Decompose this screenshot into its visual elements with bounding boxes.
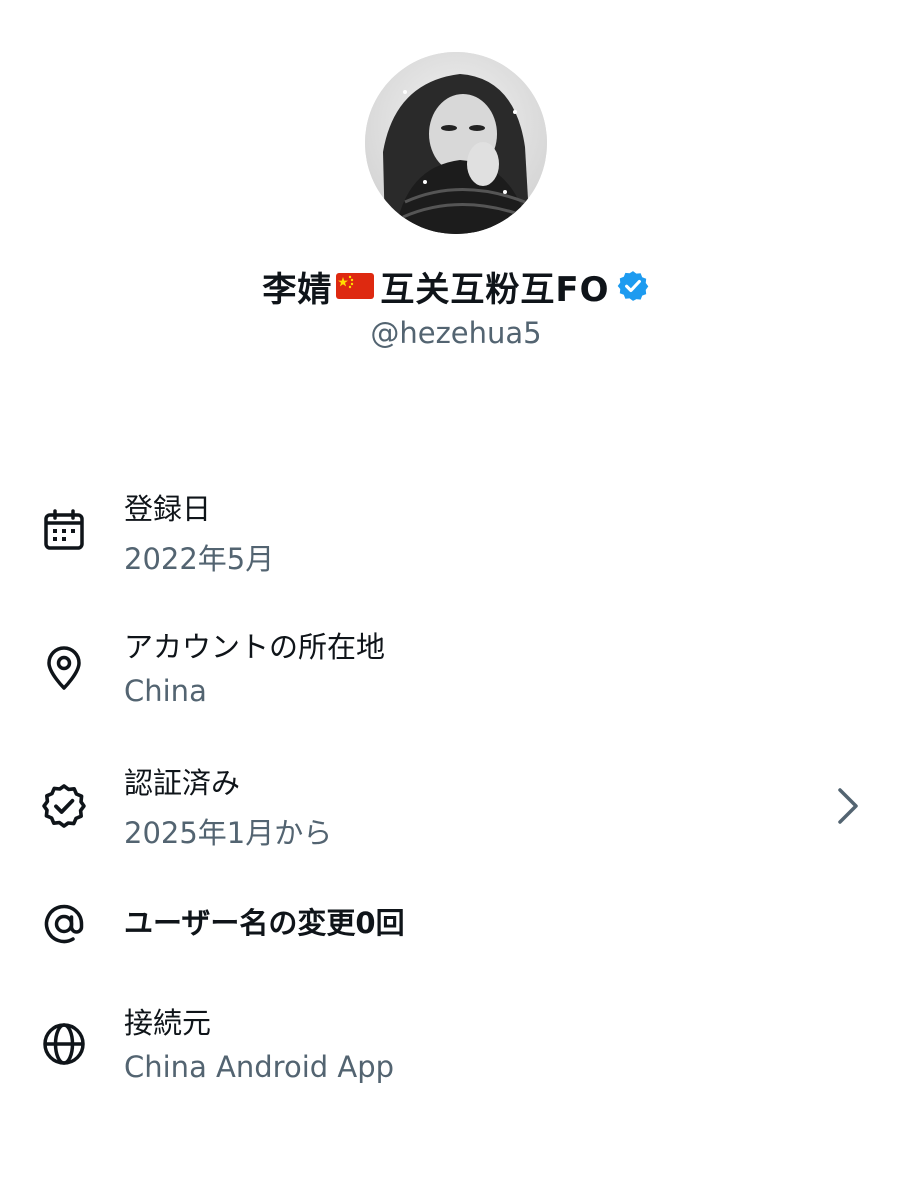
chevron-right-icon[interactable] xyxy=(832,784,864,828)
globe-icon xyxy=(40,1020,88,1068)
avatar-image xyxy=(365,52,547,234)
calendar-icon xyxy=(40,506,88,554)
display-name-part2: 互关互粉互FO xyxy=(380,269,610,310)
connected-via-value: China Android App xyxy=(124,1050,395,1084)
display-name: 李婧 互关互粉互FO xyxy=(0,262,912,310)
info-row-connected-via: 接続元 China Android App xyxy=(0,1000,912,1100)
verified-value: 2025年1月から xyxy=(124,816,333,850)
location-pin-icon xyxy=(40,644,88,692)
info-row-verified[interactable]: 認証済み 2025年1月から xyxy=(0,760,912,860)
profile-handle: @hezehua5 xyxy=(370,316,542,350)
china-flag-icon xyxy=(336,273,375,299)
info-row-joined: 登録日 2022年5月 xyxy=(0,486,912,586)
joined-value: 2022年5月 xyxy=(124,542,275,576)
joined-title: 登録日 xyxy=(124,492,212,526)
info-row-username-changes: ユーザー名の変更0回 xyxy=(0,896,912,956)
location-value: China xyxy=(124,674,207,708)
verified-outline-icon xyxy=(40,782,88,830)
connected-via-title: 接続元 xyxy=(124,1006,212,1040)
display-name-part1: 李婧 xyxy=(262,269,333,310)
verified-badge-icon[interactable] xyxy=(616,269,650,303)
avatar[interactable] xyxy=(365,52,547,234)
verified-title: 認証済み xyxy=(124,766,241,800)
location-title: アカウントの所在地 xyxy=(124,630,386,664)
info-row-location: アカウントの所在地 China xyxy=(0,624,912,724)
username-changes-title: ユーザー名の変更0回 xyxy=(124,906,405,940)
profile-about-page: 李婧 互关互粉互FO @hezehua5 登録日 2022年5月 アカウントの所… xyxy=(0,0,912,1200)
at-sign-icon xyxy=(40,900,88,948)
